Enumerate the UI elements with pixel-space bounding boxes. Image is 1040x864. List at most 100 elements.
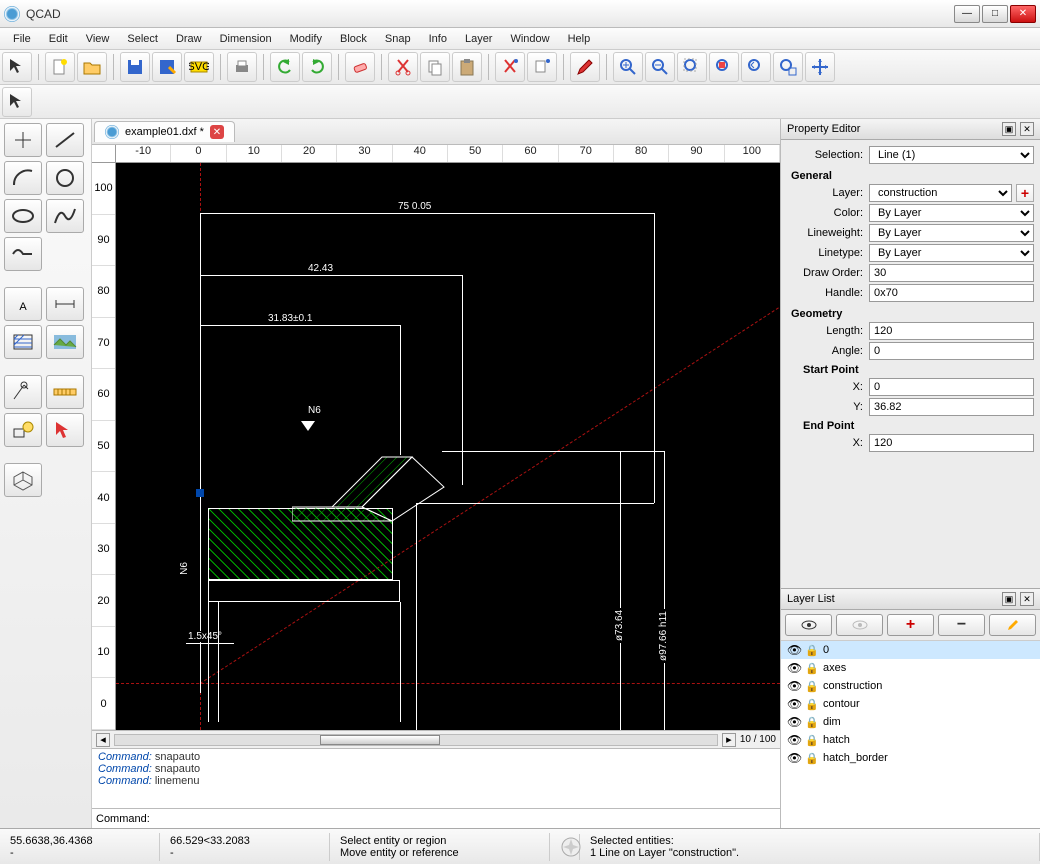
- remove-layer-button[interactable]: −: [938, 614, 985, 636]
- selection-point[interactable]: [196, 489, 204, 497]
- layer-select[interactable]: construction: [869, 184, 1012, 202]
- arc-tool[interactable]: [4, 161, 42, 195]
- pointer-tool-button[interactable]: [2, 87, 32, 117]
- menu-layer[interactable]: Layer: [456, 31, 502, 47]
- start-y-input[interactable]: [869, 398, 1034, 416]
- menu-snap[interactable]: Snap: [376, 31, 420, 47]
- dimension-tool[interactable]: [46, 287, 84, 321]
- zoom-prev-button[interactable]: [741, 52, 771, 82]
- save-as-button[interactable]: [152, 52, 182, 82]
- copy-ref-button[interactable]: [527, 52, 557, 82]
- layer-item-hatch[interactable]: 👁🔒hatch: [781, 731, 1040, 749]
- close-panel-button-2[interactable]: ✕: [1020, 592, 1034, 606]
- reset-tool-button[interactable]: [2, 52, 32, 82]
- hatch-tool[interactable]: [4, 325, 42, 359]
- minimize-button[interactable]: —: [954, 5, 980, 23]
- polyline-tool[interactable]: [4, 237, 42, 271]
- menu-select[interactable]: Select: [118, 31, 167, 47]
- line-tool[interactable]: [46, 123, 84, 157]
- lineweight-select[interactable]: By Layer: [869, 224, 1034, 242]
- n6-top: N6: [306, 405, 323, 416]
- copy-button[interactable]: [420, 52, 450, 82]
- redo-button[interactable]: [302, 52, 332, 82]
- command-prompt: Command:: [96, 813, 150, 825]
- menu-file[interactable]: File: [4, 31, 40, 47]
- menu-block[interactable]: Block: [331, 31, 376, 47]
- menu-dimension[interactable]: Dimension: [211, 31, 281, 47]
- eye-icon[interactable]: 👁: [787, 643, 801, 657]
- save-button[interactable]: [120, 52, 150, 82]
- menu-modify[interactable]: Modify: [281, 31, 331, 47]
- add-layer-button[interactable]: +: [1016, 184, 1034, 202]
- erase-button[interactable]: [345, 52, 375, 82]
- circle-tool[interactable]: [46, 161, 84, 195]
- zoom-auto-button[interactable]: [677, 52, 707, 82]
- zoom-out-button[interactable]: [645, 52, 675, 82]
- block-tool[interactable]: [4, 413, 42, 447]
- zoom-selection-button[interactable]: [709, 52, 739, 82]
- ellipse-tool[interactable]: [4, 199, 42, 233]
- handle-input[interactable]: [869, 284, 1034, 302]
- hide-all-button[interactable]: [836, 614, 883, 636]
- isometric-tool[interactable]: [4, 463, 42, 497]
- pan-button[interactable]: [805, 52, 835, 82]
- zoom-window-button[interactable]: [773, 52, 803, 82]
- select-tool[interactable]: [46, 413, 84, 447]
- dia2: ø97.66 h11: [658, 609, 669, 663]
- print-button[interactable]: [227, 52, 257, 82]
- layer-item-hatchborder[interactable]: 👁🔒hatch_border: [781, 749, 1040, 767]
- open-button[interactable]: [77, 52, 107, 82]
- draworder-input[interactable]: [869, 264, 1034, 282]
- dim-2: 42.43: [306, 263, 335, 274]
- start-x-input[interactable]: [869, 378, 1034, 396]
- menu-info[interactable]: Info: [420, 31, 456, 47]
- n6-left: N6: [179, 560, 190, 577]
- undo-button[interactable]: [270, 52, 300, 82]
- new-button[interactable]: [45, 52, 75, 82]
- edit-layer-button[interactable]: [989, 614, 1036, 636]
- layer-item-axes[interactable]: 👁🔒axes: [781, 659, 1040, 677]
- pencil-button[interactable]: [570, 52, 600, 82]
- selection-select[interactable]: Line (1): [869, 146, 1034, 164]
- image-tool[interactable]: [46, 325, 84, 359]
- color-select[interactable]: By Layer: [869, 204, 1034, 222]
- spline-tool[interactable]: [46, 199, 84, 233]
- layer-item-construction[interactable]: 👁🔒construction: [781, 677, 1040, 695]
- length-input[interactable]: [869, 322, 1034, 340]
- dock-button[interactable]: ▣: [1002, 122, 1016, 136]
- lock-icon[interactable]: 🔒: [805, 644, 819, 657]
- zoom-in-button[interactable]: [613, 52, 643, 82]
- linetype-select[interactable]: By Layer: [869, 244, 1034, 262]
- point-tool[interactable]: [4, 123, 42, 157]
- end-x-input[interactable]: [869, 434, 1034, 452]
- menu-window[interactable]: Window: [501, 31, 558, 47]
- close-button[interactable]: ✕: [1010, 5, 1036, 23]
- export-svg-button[interactable]: SVG: [184, 52, 214, 82]
- layer-item-dim[interactable]: 👁🔒dim: [781, 713, 1040, 731]
- command-input[interactable]: [153, 813, 776, 825]
- dock-button-2[interactable]: ▣: [1002, 592, 1016, 606]
- command-input-row: Command:: [92, 808, 780, 828]
- menu-view[interactable]: View: [77, 31, 119, 47]
- layer-item-contour[interactable]: 👁🔒contour: [781, 695, 1040, 713]
- document-tab[interactable]: example01.dxf * ✕: [94, 121, 235, 142]
- cut-button[interactable]: [388, 52, 418, 82]
- layer-list: 👁🔒0 👁🔒axes 👁🔒construction 👁🔒contour 👁🔒di…: [781, 641, 1040, 828]
- measure-tool[interactable]: [46, 375, 84, 409]
- menu-help[interactable]: Help: [559, 31, 600, 47]
- menu-edit[interactable]: Edit: [40, 31, 77, 47]
- text-tool[interactable]: A: [4, 287, 42, 321]
- maximize-button[interactable]: □: [982, 5, 1008, 23]
- menu-draw[interactable]: Draw: [167, 31, 211, 47]
- cut-ref-button[interactable]: [495, 52, 525, 82]
- horizontal-scrollbar[interactable]: ◂ ▸ 10 / 100: [92, 730, 780, 748]
- add-layer-button-2[interactable]: +: [887, 614, 934, 636]
- drawing-canvas[interactable]: /* decorative dots omitted */ 75 0.05 42…: [116, 163, 780, 730]
- tab-close-button[interactable]: ✕: [210, 125, 224, 139]
- close-panel-button[interactable]: ✕: [1020, 122, 1034, 136]
- layer-item-0[interactable]: 👁🔒0: [781, 641, 1040, 659]
- show-all-button[interactable]: [785, 614, 832, 636]
- modify-tool[interactable]: [4, 375, 42, 409]
- angle-input[interactable]: [869, 342, 1034, 360]
- paste-button[interactable]: [452, 52, 482, 82]
